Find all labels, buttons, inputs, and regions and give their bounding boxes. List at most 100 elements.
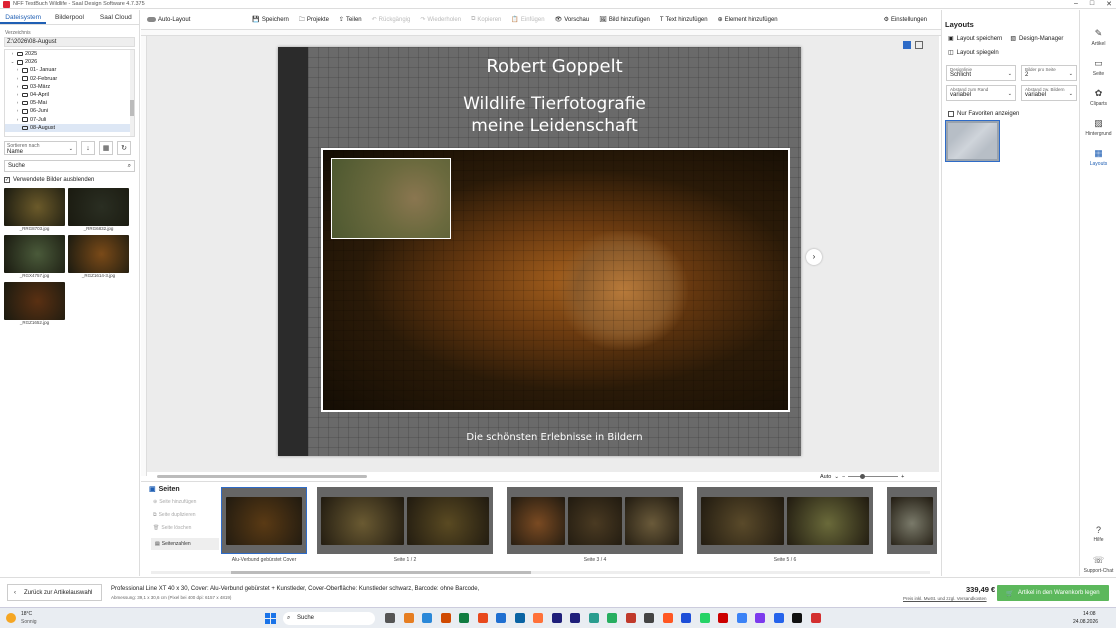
page-thumbnail[interactable] bbox=[507, 487, 683, 554]
rail-cliparts[interactable]: ✿ Cliparts bbox=[1080, 88, 1116, 107]
design-manager-button[interactable]: ▧ Design-Manager bbox=[1010, 35, 1063, 43]
taskbar-app-icon[interactable] bbox=[385, 613, 395, 623]
rail-seite[interactable]: ▭ Seite bbox=[1080, 58, 1116, 77]
tree-item[interactable]: › 06-Juni bbox=[5, 107, 134, 115]
dir-path[interactable]: Z:\2026\08-August bbox=[4, 37, 135, 47]
rail-hilfe[interactable]: ? Hilfe bbox=[1080, 525, 1116, 543]
taskbar-app-icon[interactable] bbox=[403, 613, 414, 623]
text-button[interactable]: T Text hinzufügen bbox=[660, 17, 708, 23]
tree-item[interactable]: › 2025 bbox=[5, 50, 134, 58]
thumbnail-image[interactable] bbox=[4, 282, 65, 320]
taskbar-app-icon[interactable] bbox=[718, 613, 728, 623]
taskbar-app-icon[interactable] bbox=[570, 613, 580, 623]
layout-select[interactable]: Abstand zum Rand variabel ⌄ bbox=[946, 85, 1016, 101]
image-button[interactable]: 🖼 Bild hinzufügen bbox=[599, 16, 650, 24]
save-layout-button[interactable]: ▣ Layout speichern bbox=[948, 35, 1002, 43]
tree-item[interactable]: 08-August bbox=[5, 123, 134, 132]
chevron-icon[interactable]: › bbox=[15, 66, 20, 74]
chevron-icon[interactable]: › bbox=[15, 99, 20, 107]
sort-order-button[interactable]: ↓ bbox=[81, 141, 95, 155]
taskbar-app-icon[interactable] bbox=[477, 613, 488, 623]
taskbar-app-icon[interactable] bbox=[699, 613, 710, 623]
hide-used-checkbox[interactable]: ✓ Verwendete Bilder ausblenden bbox=[4, 177, 135, 183]
rail-hintergrund[interactable]: ▨ Hintergrund bbox=[1080, 118, 1116, 137]
price-note[interactable]: Preis inkl. MwSt. und zzgl. Versandkoste… bbox=[903, 596, 987, 601]
add-page-button[interactable]: ⊕ Seite hinzufügen bbox=[153, 499, 219, 505]
thumbnail-image[interactable] bbox=[68, 235, 129, 273]
share-button[interactable]: ⇪ Teilen bbox=[339, 16, 362, 24]
duplicate-page-button[interactable]: ⧉ Seite duplizieren bbox=[153, 512, 219, 518]
taskbar-app-icon[interactable] bbox=[755, 613, 765, 623]
chevron-icon[interactable]: › bbox=[15, 116, 20, 124]
taskbar-app-icon[interactable] bbox=[644, 613, 654, 623]
thumbnail-image[interactable] bbox=[4, 188, 65, 226]
redo-button[interactable]: ↷ Wiederholen bbox=[420, 16, 461, 24]
page-thumbnail[interactable] bbox=[697, 487, 873, 554]
copy-button[interactable]: ⧉ Kopieren bbox=[471, 16, 501, 23]
eye-button[interactable]: 👁 Vorschau bbox=[555, 16, 590, 24]
minimize-button[interactable]: – bbox=[1074, 0, 1078, 8]
page-thumbnail[interactable] bbox=[317, 487, 493, 554]
taskbar-app-icon[interactable] bbox=[588, 613, 599, 623]
taskbar-app-icon[interactable] bbox=[533, 613, 543, 623]
horizontal-scrollbar[interactable] bbox=[147, 472, 817, 481]
next-page-button[interactable]: › bbox=[806, 249, 822, 265]
zoom-slider[interactable] bbox=[848, 474, 899, 479]
chevron-icon[interactable]: › bbox=[15, 91, 20, 99]
image-thumbnail[interactable]: _RRG8703.jpg bbox=[4, 188, 65, 231]
chevron-icon[interactable]: › bbox=[10, 50, 15, 58]
taskbar-search[interactable]: ⌕ Suche bbox=[283, 612, 375, 625]
rail-support-chat[interactable]: ☏ Support-Chat bbox=[1080, 555, 1116, 574]
pages-scroll-thumb[interactable] bbox=[231, 571, 531, 574]
layout-select[interactable]: Abstand zw. Bildern variabel ⌄ bbox=[1021, 85, 1077, 101]
layout-preview[interactable] bbox=[945, 120, 1000, 162]
layout-select[interactable]: Bilder pro Seite 2 ⌄ bbox=[1021, 65, 1077, 81]
tree-item[interactable]: › 03-März bbox=[5, 83, 134, 91]
page-thumbnail[interactable] bbox=[221, 487, 307, 554]
image-thumbnail[interactable]: _RGZ1614-3.jpg bbox=[68, 235, 129, 278]
settings-button[interactable]: ⚙ Einstellungen bbox=[884, 16, 927, 24]
taskbar-app-icon[interactable] bbox=[662, 613, 673, 623]
search-input[interactable]: Suche ⌕ bbox=[4, 160, 135, 172]
taskbar-app-icon[interactable] bbox=[736, 613, 747, 623]
chevron-icon[interactable]: › bbox=[15, 75, 20, 83]
image-thumbnail[interactable]: _RGZ1652.jpg bbox=[4, 282, 65, 325]
cover-title-line1[interactable]: Wildlife Tierfotografie bbox=[308, 94, 801, 114]
tree-scroll-thumb[interactable] bbox=[130, 100, 134, 116]
thumbnail-image[interactable] bbox=[68, 188, 129, 226]
delete-page-button[interactable]: 🗑 Seite löschen bbox=[153, 525, 219, 531]
single-view-icon[interactable] bbox=[903, 41, 911, 49]
tree-item[interactable]: ⌄ 2026 bbox=[5, 58, 134, 66]
auto-layout-toggle[interactable]: Auto-Layout bbox=[147, 17, 190, 23]
tree-scrollbar[interactable] bbox=[130, 50, 134, 136]
taskbar-app-icon[interactable] bbox=[496, 613, 506, 623]
taskbar-app-icon[interactable] bbox=[422, 613, 432, 623]
rail-artikel[interactable]: ✎ Artikel bbox=[1080, 28, 1116, 47]
grid-view-icon[interactable] bbox=[915, 41, 923, 49]
tab-dateisystem[interactable]: Dateisystem bbox=[0, 10, 47, 24]
thumbnail-image[interactable] bbox=[4, 235, 65, 273]
tree-item[interactable]: › 01- Januar bbox=[5, 66, 134, 74]
plus-button[interactable]: ⊕ Element hinzufügen bbox=[718, 16, 778, 24]
back-button[interactable]: ‹ Zurück zur Artikelauswahl bbox=[7, 584, 102, 601]
cover-author[interactable]: Robert Goppelt bbox=[308, 56, 801, 77]
tree-item[interactable]: › 04-April bbox=[5, 91, 134, 99]
taskbar-app-icon[interactable] bbox=[625, 613, 636, 623]
tab-saal-cloud[interactable]: Saal Cloud bbox=[93, 10, 139, 24]
page-numbers-button[interactable]: ▤ Seitenzahlen bbox=[151, 538, 219, 550]
save-button[interactable]: 💾 Speichern bbox=[252, 16, 289, 24]
zoom-out-icon[interactable]: − bbox=[842, 474, 845, 480]
page-thumbnail[interactable] bbox=[887, 487, 937, 554]
taskbar-app-icon[interactable] bbox=[551, 613, 562, 623]
grid-view-icon[interactable]: ▦ bbox=[99, 141, 113, 155]
taskbar-app-icon[interactable] bbox=[810, 613, 821, 623]
taskbar-app-icon[interactable] bbox=[607, 613, 617, 623]
tree-item[interactable]: › 02-Februar bbox=[5, 75, 134, 83]
taskbar-app-icon[interactable] bbox=[440, 613, 451, 623]
sort-select[interactable]: Sortieren nach Name ⌄ bbox=[4, 141, 77, 155]
folder-button[interactable]: 🗀 Projekte bbox=[299, 15, 329, 25]
close-button[interactable]: ✕ bbox=[1106, 0, 1112, 8]
zoom-select[interactable]: Auto bbox=[820, 474, 831, 480]
zoom-in-icon[interactable]: + bbox=[901, 474, 904, 480]
chevron-icon[interactable]: › bbox=[15, 107, 20, 115]
